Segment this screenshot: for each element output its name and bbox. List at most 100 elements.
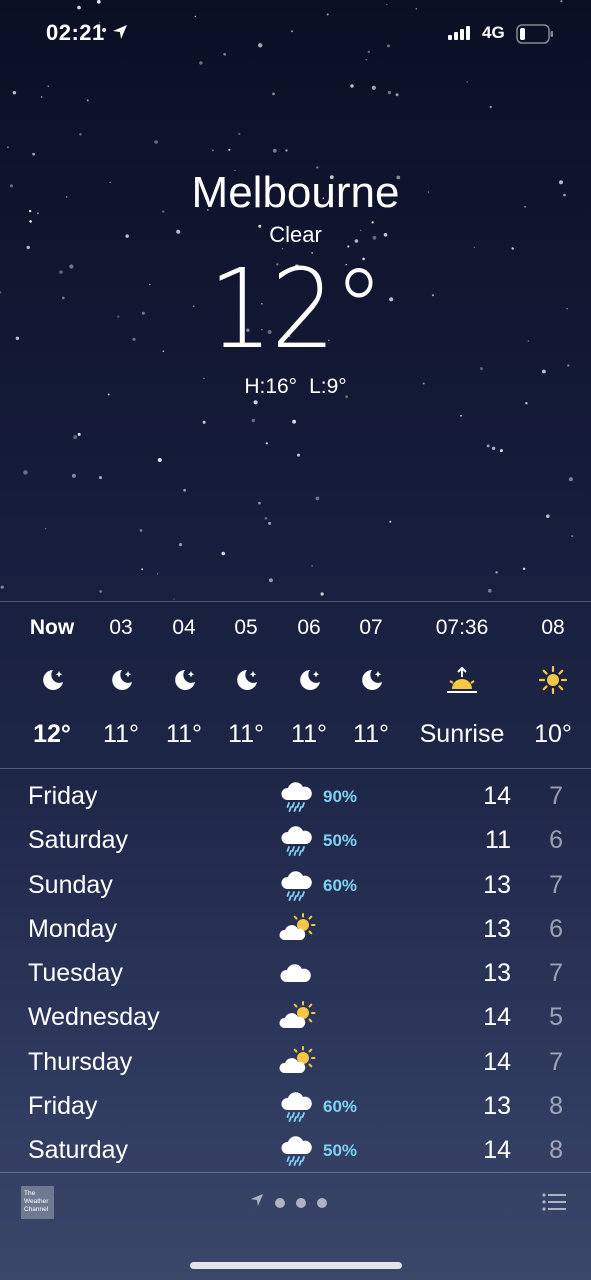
day-name: Sunday xyxy=(28,870,113,899)
page-dot[interactable] xyxy=(275,1197,285,1208)
sunrise-icon xyxy=(407,665,517,699)
daily-row: Wednesday 14 5 xyxy=(0,995,591,1039)
daily-row: Tuesday 13 7 xyxy=(0,951,591,995)
daily-row: Saturday 50% 11 6 xyxy=(0,818,591,862)
hour-value: 11° xyxy=(166,720,202,748)
moon-stars-icon xyxy=(274,665,344,699)
high-temperature: 14 xyxy=(483,1136,511,1165)
current-temperature: 12° xyxy=(208,245,385,373)
partly-cloudy-icon xyxy=(278,912,316,945)
daily-forecast[interactable]: Friday 90% 14 7 Saturday 50% 11 6 Sunday 60% 13 7 Mo… xyxy=(0,774,591,1173)
cloud-rain-icon xyxy=(278,1134,316,1167)
high-temperature: 14 xyxy=(483,1047,511,1076)
hour-label: 05 xyxy=(234,616,258,639)
hourly-item: 06 11° xyxy=(274,602,344,768)
hour-label: Now xyxy=(29,616,75,639)
moon-stars-icon xyxy=(17,665,87,699)
bottom-toolbar: The Weather Channel xyxy=(0,1172,591,1234)
hour-value: 11° xyxy=(103,720,139,748)
cloud-rain-icon xyxy=(278,780,316,812)
list-menu-icon[interactable] xyxy=(542,1193,566,1216)
low-temperature: 7 xyxy=(549,782,563,810)
low-temperature: 7 xyxy=(549,870,563,899)
moon-stars-icon xyxy=(86,665,156,699)
day-name: Saturday xyxy=(28,826,129,855)
hour-label: 03 xyxy=(109,616,133,639)
location-arrow-icon xyxy=(250,1193,264,1212)
high-temperature: H:16° xyxy=(244,375,298,398)
page-dot[interactable] xyxy=(296,1197,306,1208)
page-indicator[interactable] xyxy=(250,1193,327,1212)
hourly-item: 04 11° xyxy=(149,602,219,768)
hourly-item: 08 10° xyxy=(518,602,588,768)
moon-stars-icon xyxy=(149,665,219,699)
daily-row: Sunday 60% 13 7 xyxy=(0,863,591,907)
low-temperature: 6 xyxy=(549,914,563,943)
weather-channel-logo[interactable]: The Weather Channel xyxy=(21,1186,54,1219)
daily-row: Saturday 50% 14 8 xyxy=(0,1128,591,1172)
status-bar: 02:21 4G xyxy=(0,18,591,50)
high-temperature: 13 xyxy=(483,914,511,943)
precipitation-probability: 60% xyxy=(323,1097,358,1117)
cellular-signal-icon xyxy=(448,26,472,45)
hour-value: Sunrise xyxy=(419,720,505,748)
low-temperature: 7 xyxy=(549,1047,563,1076)
precipitation-probability: 50% xyxy=(323,831,358,851)
location-arrow-icon xyxy=(112,24,128,45)
network-type: 4G xyxy=(482,23,505,42)
hour-label: 08 xyxy=(541,616,565,639)
hourly-forecast[interactable]: Now 12° 03 11° 04 11° 05 11° 06 11° 07 11° 07:36 Sunr… xyxy=(0,602,591,768)
hourly-item: 07:36 Sunrise xyxy=(407,602,517,768)
hour-value: 12° xyxy=(33,720,71,748)
high-temperature: 13 xyxy=(483,959,511,988)
current-weather: Melbourne Clear 12° H:16° L:9° xyxy=(0,165,591,401)
day-name: Friday xyxy=(28,1092,98,1121)
low-temperature: 8 xyxy=(549,1092,563,1121)
precipitation-probability: 60% xyxy=(323,875,358,895)
hourly-item: 05 11° xyxy=(211,602,281,768)
cloud-rain-icon xyxy=(278,824,316,857)
hour-label: 07:36 xyxy=(435,616,489,639)
hour-label: 04 xyxy=(172,616,196,639)
status-time: 02:21 xyxy=(46,20,105,45)
low-temperature: 5 xyxy=(549,1003,563,1032)
day-name: Friday xyxy=(28,782,98,810)
hourly-item: Now 12° xyxy=(17,602,87,768)
moon-stars-icon xyxy=(211,665,281,699)
day-name: Tuesday xyxy=(28,959,123,988)
high-temperature: 13 xyxy=(483,1092,511,1121)
partly-cloudy-icon xyxy=(278,1045,316,1078)
daily-row: Friday 60% 13 8 xyxy=(0,1084,591,1128)
high-temperature: 13 xyxy=(483,870,511,899)
hourly-item: 03 11° xyxy=(86,602,156,768)
page-dot[interactable] xyxy=(317,1197,327,1208)
hour-value: 11° xyxy=(291,720,327,748)
hour-value: 11° xyxy=(353,720,389,748)
precipitation-probability: 90% xyxy=(323,787,358,806)
hourly-item: 07 11° xyxy=(336,602,406,768)
daily-row: Thursday 14 7 xyxy=(0,1040,591,1084)
battery-icon xyxy=(516,24,554,49)
precipitation-probability: 50% xyxy=(323,1141,358,1161)
cloud-icon xyxy=(278,957,316,989)
city-name: Melbourne xyxy=(191,168,400,217)
high-low: H:16° L:9° xyxy=(0,373,591,401)
sun-icon xyxy=(518,665,588,699)
high-temperature: 11 xyxy=(485,826,511,855)
high-temperature: 14 xyxy=(483,782,511,810)
day-name: Monday xyxy=(28,914,117,943)
day-name: Wednesday xyxy=(28,1003,160,1032)
home-indicator[interactable] xyxy=(190,1262,402,1269)
cloud-rain-icon xyxy=(278,869,316,901)
hour-label: 06 xyxy=(297,616,321,639)
low-temperature: 7 xyxy=(549,959,563,988)
hour-value: 11° xyxy=(228,720,264,748)
daily-row: Monday 13 6 xyxy=(0,907,591,951)
divider xyxy=(0,768,591,769)
low-temperature: 6 xyxy=(549,826,563,855)
day-name: Saturday xyxy=(28,1136,129,1165)
hour-label: 07 xyxy=(359,616,383,639)
day-name: Thursday xyxy=(28,1047,133,1076)
low-temperature: 8 xyxy=(549,1136,563,1165)
moon-stars-icon xyxy=(336,665,406,699)
